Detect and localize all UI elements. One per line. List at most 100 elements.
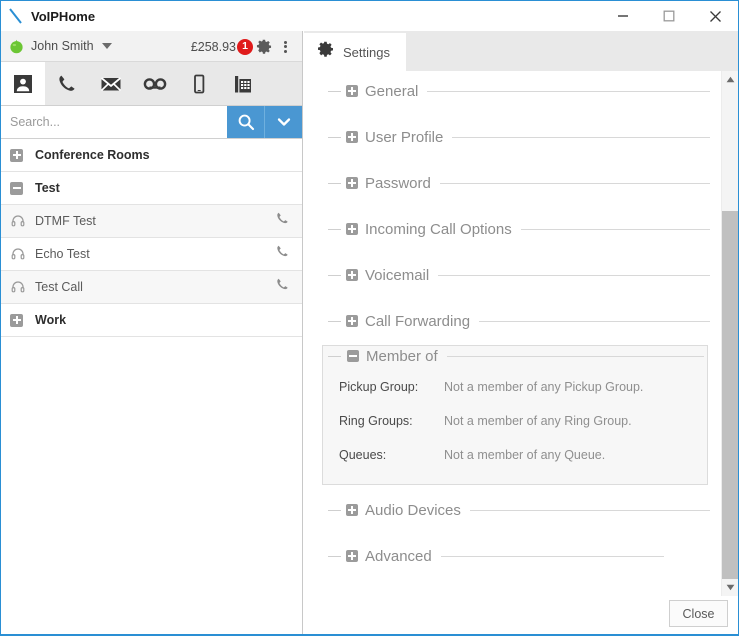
contact-group-conference-rooms[interactable]: Conference Rooms bbox=[1, 139, 302, 172]
contact-item-echo-test[interactable]: Echo Test bbox=[1, 238, 302, 271]
settings-section-user-profile[interactable]: User Profile bbox=[304, 126, 714, 172]
account-balance: £258.93 bbox=[190, 39, 236, 54]
account-dropdown-chevron-down-icon[interactable] bbox=[101, 43, 112, 49]
search-options-dropdown[interactable] bbox=[264, 106, 302, 138]
account-name[interactable]: John Smith bbox=[31, 39, 94, 53]
search-bar bbox=[1, 106, 302, 139]
left-panel: John Smith £258.93 1 Search... Conferenc… bbox=[1, 31, 303, 635]
gear-icon bbox=[317, 41, 334, 63]
settings-section-password[interactable]: Password bbox=[304, 172, 714, 218]
magnifier-icon bbox=[238, 114, 254, 131]
section-rule bbox=[427, 90, 710, 92]
account-overflow-kebab-menu-icon[interactable] bbox=[274, 36, 296, 58]
section-label: Password bbox=[365, 174, 431, 192]
tab-settings[interactable]: Settings bbox=[304, 33, 406, 71]
phone-handset-icon bbox=[59, 75, 75, 91]
section-rule bbox=[469, 509, 710, 511]
contact-item-test-call[interactable]: Test Call bbox=[1, 271, 302, 304]
scroll-up-triangle-up-icon[interactable] bbox=[722, 71, 738, 88]
call-contact-phone-handset-icon[interactable] bbox=[275, 211, 290, 231]
expand-plus-icon[interactable] bbox=[346, 177, 358, 189]
scroll-down-triangle-down-icon[interactable] bbox=[722, 579, 738, 596]
tab-messages[interactable] bbox=[89, 62, 133, 105]
tab-calls[interactable] bbox=[45, 62, 89, 105]
member-of-row-pickup-group: Pickup Group: Not a member of any Pickup… bbox=[323, 370, 707, 404]
collapse-minus-icon[interactable] bbox=[10, 181, 23, 195]
contact-group-work[interactable]: Work bbox=[1, 304, 302, 337]
group-label: Work bbox=[35, 313, 67, 327]
account-bar: John Smith £258.93 1 bbox=[1, 31, 302, 62]
settings-vertical-scrollbar[interactable] bbox=[721, 71, 738, 596]
section-leading-dash bbox=[328, 556, 341, 557]
annotation-badge-1: 1 bbox=[237, 38, 253, 55]
expand-plus-icon[interactable] bbox=[346, 315, 358, 327]
contact-group-test[interactable]: Test bbox=[1, 172, 302, 205]
tab-settings-label: Settings bbox=[343, 44, 390, 60]
tab-mobile[interactable] bbox=[177, 62, 221, 105]
expand-plus-icon[interactable] bbox=[346, 85, 358, 97]
settings-section-incoming-call-options[interactable]: Incoming Call Options bbox=[304, 218, 714, 264]
row-label: Queues: bbox=[339, 448, 387, 462]
row-label: Pickup Group: bbox=[339, 380, 419, 394]
chevron-down-icon bbox=[277, 118, 290, 126]
member-of-header[interactable]: Member of bbox=[322, 345, 708, 367]
section-label: Voicemail bbox=[365, 266, 430, 284]
settings-section-audio-devices[interactable]: Audio Devices bbox=[304, 499, 714, 545]
tab-voicemail[interactable] bbox=[133, 62, 177, 105]
expand-plus-icon[interactable] bbox=[346, 550, 358, 562]
section-leading-dash bbox=[328, 91, 341, 92]
section-leading-dash bbox=[328, 275, 341, 276]
title-bar: VoIPHome bbox=[1, 1, 738, 31]
close-settings-button[interactable]: Close bbox=[669, 600, 728, 627]
search-input[interactable] bbox=[1, 106, 227, 138]
section-label: Call Forwarding bbox=[365, 312, 471, 330]
settings-tabstrip: Settings bbox=[304, 31, 738, 71]
section-rule bbox=[520, 228, 710, 230]
section-leading-dash bbox=[328, 229, 341, 230]
section-label: Audio Devices bbox=[365, 501, 461, 519]
section-leading-dash bbox=[328, 355, 341, 357]
expand-plus-icon[interactable] bbox=[10, 148, 23, 162]
call-contact-phone-handset-icon[interactable] bbox=[275, 244, 290, 264]
right-panel: Settings General User Profile Password I… bbox=[304, 31, 738, 635]
application-window: VoIPHome John Smith £258.93 1 Search... … bbox=[0, 0, 739, 636]
tab-contacts[interactable] bbox=[1, 62, 45, 105]
account-actions: £258.93 1 bbox=[191, 31, 296, 62]
maximize-button[interactable] bbox=[646, 1, 692, 31]
expand-plus-icon[interactable] bbox=[346, 504, 358, 516]
online-status-icon bbox=[9, 39, 24, 54]
tab-fax[interactable] bbox=[221, 62, 265, 105]
account-settings-gear-icon[interactable] bbox=[254, 36, 274, 58]
headset-icon bbox=[11, 214, 25, 228]
call-contact-phone-handset-icon[interactable] bbox=[275, 277, 290, 297]
window-controls bbox=[600, 1, 738, 31]
collapse-minus-icon[interactable] bbox=[347, 350, 359, 362]
search-button[interactable] bbox=[227, 106, 264, 138]
settings-section-voicemail[interactable]: Voicemail bbox=[304, 264, 714, 310]
expand-plus-icon[interactable] bbox=[346, 131, 358, 143]
scrollbar-thumb[interactable] bbox=[722, 211, 738, 579]
minimize-button[interactable] bbox=[600, 1, 646, 31]
section-label: General bbox=[365, 82, 419, 100]
section-rule bbox=[446, 355, 704, 357]
settings-section-general[interactable]: General bbox=[304, 80, 714, 126]
section-rule bbox=[440, 555, 664, 557]
section-label: User Profile bbox=[365, 128, 444, 146]
contact-label: Echo Test bbox=[35, 247, 90, 261]
fax-machine-icon bbox=[235, 75, 251, 92]
settings-section-advanced[interactable]: Advanced bbox=[304, 545, 714, 591]
contact-list[interactable]: Conference Rooms Test DTMF Test Echo Tes… bbox=[1, 139, 302, 635]
mobile-phone-icon bbox=[194, 74, 205, 93]
headset-icon bbox=[11, 247, 25, 261]
settings-section-member-of: Member of Pickup Group: Not a member of … bbox=[322, 345, 708, 485]
expand-plus-icon[interactable] bbox=[10, 313, 23, 327]
member-of-row-queues: Queues: Not a member of any Queue. bbox=[323, 438, 707, 472]
close-button[interactable] bbox=[692, 1, 738, 31]
expand-plus-icon[interactable] bbox=[346, 223, 358, 235]
window-title: VoIPHome bbox=[31, 8, 96, 24]
group-label: Test bbox=[35, 181, 60, 195]
contact-item-dtmf-test[interactable]: DTMF Test bbox=[1, 205, 302, 238]
section-rule bbox=[479, 320, 710, 322]
expand-plus-icon[interactable] bbox=[346, 269, 358, 281]
section-label: Advanced bbox=[365, 547, 432, 565]
